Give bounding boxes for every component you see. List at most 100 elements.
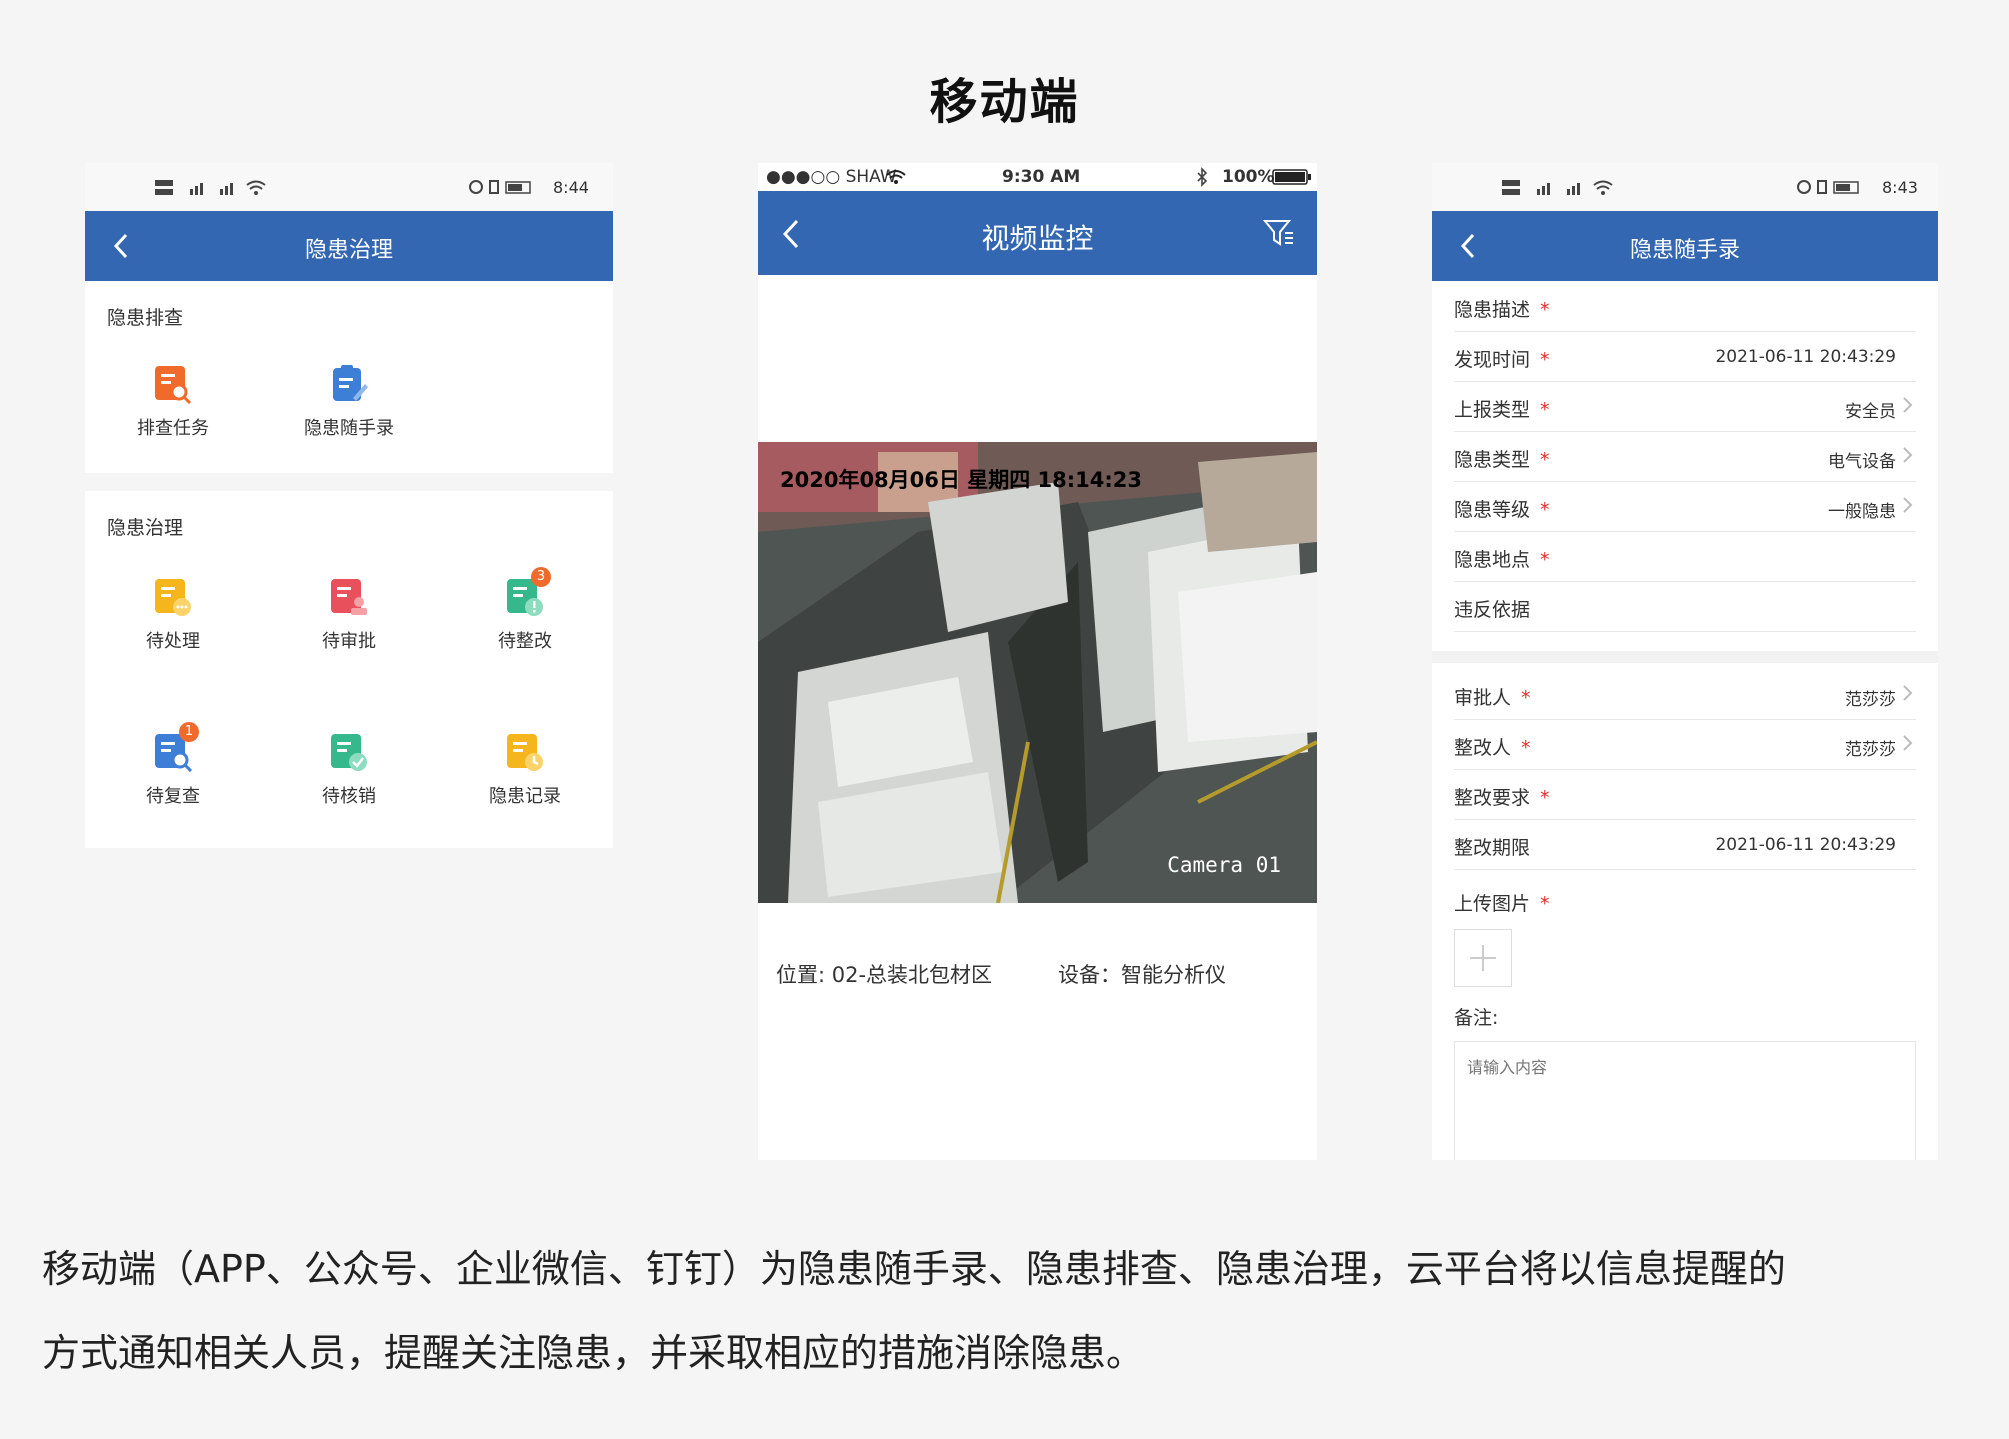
field-label: 隐患描述 * (1454, 295, 1550, 322)
recheck-doc-icon: 1 (153, 722, 199, 773)
approve-doc-icon (329, 577, 369, 617)
chevron-right-icon (1903, 397, 1913, 413)
field-value: 2021-06-11 20:43:29 (1715, 835, 1896, 855)
required-marker: * (1540, 549, 1550, 571)
hazard-record-button[interactable]: 隐患记录 (437, 732, 613, 808)
nav-title: 隐患随手录 (1629, 238, 1740, 263)
badge-count: 1 (179, 722, 199, 742)
field-label: 整改要求 * (1454, 783, 1550, 810)
signal-icon (1502, 180, 1613, 195)
section-title: 隐患治理 (107, 517, 184, 539)
field-label-text: 整改期限 (1454, 837, 1531, 859)
upload-image-label: 上传图片 * (1454, 893, 1550, 915)
status-bar: 8:43 (1432, 163, 1938, 211)
grid-item-label: 排查任务 (137, 418, 209, 439)
field-label-text: 整改要求 (1454, 787, 1531, 809)
chevron-right-icon (1903, 685, 1913, 701)
battery-icon (469, 180, 531, 194)
pending-button[interactable]: 待处理 (85, 577, 261, 653)
status-time: 8:43 (1882, 178, 1918, 197)
required-marker: * (1540, 399, 1550, 421)
awaiting-rectification-button[interactable]: 3 待整改 (437, 567, 613, 653)
required-marker: * (1521, 687, 1531, 709)
badge-count: 3 (531, 567, 551, 587)
grid-item-label: 待审批 (322, 631, 376, 652)
battery-icon (1272, 169, 1311, 185)
record-doc-icon (505, 732, 545, 772)
grid-item-label: 隐患记录 (489, 786, 561, 807)
quick-record-button[interactable]: 隐患随手录 (261, 364, 437, 440)
field-label-text: 隐患类型 (1454, 449, 1531, 471)
chevron-right-icon (1903, 447, 1913, 463)
nav-title: 隐患治理 (304, 238, 393, 263)
grid-item-label: 待整改 (498, 631, 552, 652)
remark-label: 备注: (1454, 1007, 1499, 1029)
section-title: 隐患排查 (107, 307, 184, 329)
hazard-governance-card: 隐患治理 待处理 待审批 3 待整改 1 待复查 待核销 隐患记录 (85, 491, 613, 848)
device-text: 设备：智能分析仪 (1058, 963, 1226, 987)
field-label-text: 整改人 (1454, 737, 1512, 759)
field-label: 隐患地点 * (1454, 545, 1550, 572)
field-label-text: 发现时间 (1454, 349, 1531, 371)
form-row[interactable]: 发现时间 * 2021-06-11 20:43:29 (1454, 331, 1916, 382)
form-row[interactable]: 整改要求 * (1454, 769, 1916, 820)
verify-doc-icon (329, 732, 369, 772)
status-time: 8:44 (553, 178, 589, 197)
camera-video-feed[interactable]: 2020年08月06日 星期四 18:14:23 Camera 01 (758, 442, 1317, 903)
chevron-right-icon (1903, 497, 1913, 513)
hazard-inspection-card: 隐患排查 排查任务 隐患随手录 (85, 281, 613, 473)
required-marker: * (1540, 787, 1550, 809)
form-row[interactable]: 隐患描述 * (1454, 281, 1916, 332)
status-time: 9:30 AM (1002, 167, 1081, 187)
form-row[interactable]: 上报类型 * 安全员 (1454, 381, 1916, 432)
grid-item-label: 隐患随手录 (304, 418, 394, 439)
search-doc-icon (153, 364, 193, 405)
form-row[interactable]: 审批人 * 范莎莎 (1454, 669, 1916, 720)
form-row[interactable]: 隐患等级 * 一般隐患 (1454, 481, 1916, 532)
nav-bar: 视频监控 (758, 191, 1317, 275)
page-title: 移动端 (929, 74, 1080, 130)
field-label-text: 隐患描述 (1454, 299, 1531, 321)
battery-icon (1797, 180, 1859, 194)
field-label-text: 违反依据 (1454, 599, 1531, 621)
remark-textarea[interactable] (1454, 1041, 1916, 1160)
form-row[interactable]: 整改人 * 范莎莎 (1454, 719, 1916, 770)
carrier-text: ●●●○○ SHAW (766, 167, 897, 187)
awaiting-recheck-button[interactable]: 1 待复查 (85, 722, 261, 808)
awaiting-verification-button[interactable]: 待核销 (261, 732, 437, 808)
form-row[interactable]: 整改期限 2021-06-11 20:43:29 (1454, 819, 1916, 870)
nav-title: 视频监控 (981, 222, 1094, 255)
field-label-text: 审批人 (1454, 687, 1512, 709)
section-divider (1432, 651, 1938, 663)
nav-bar: 隐患治理 (85, 211, 613, 281)
required-marker: * (1540, 499, 1550, 521)
warehouse-scene-image (758, 442, 1317, 903)
field-label: 隐患等级 * (1454, 495, 1550, 522)
video-timestamp: 2020年08月06日 星期四 18:14:23 (780, 468, 1142, 492)
form-row[interactable]: 隐患类型 * 电气设备 (1454, 431, 1916, 482)
field-label: 违反依据 (1454, 595, 1540, 622)
inspection-task-button[interactable]: 排查任务 (85, 364, 261, 440)
awaiting-approval-button[interactable]: 待审批 (261, 577, 437, 653)
form-row[interactable]: 违反依据 (1454, 581, 1916, 632)
upload-image-button[interactable] (1454, 929, 1512, 987)
field-label: 上报类型 * (1454, 395, 1550, 422)
chevron-right-icon (1903, 735, 1913, 751)
pending-doc-icon (153, 577, 193, 617)
grid-item-label: 待复查 (146, 786, 200, 807)
field-value: 一般隐患 (1828, 502, 1896, 522)
wifi-icon (886, 170, 906, 184)
phone-quick-record-form: 8:43 隐患随手录 隐患描述 * 发现时间 * 2021-06-11 20:43:29… (1432, 163, 1938, 1160)
field-label: 审批人 * (1454, 683, 1531, 710)
form-row[interactable]: 隐患地点 * (1454, 531, 1916, 582)
phone-hazard-management: 8:44 隐患治理 隐患排查 排查任务 隐患随手录 隐患治理 待处理 待审批 3… (85, 163, 613, 1155)
status-bar: 8:44 (85, 163, 613, 211)
grid-item-label: 待处理 (146, 631, 200, 652)
field-label-text: 隐患等级 (1454, 499, 1531, 521)
field-value: 电气设备 (1828, 452, 1896, 472)
bluetooth-icon (1197, 167, 1208, 187)
required-marker: * (1540, 449, 1550, 471)
field-value: 安全员 (1845, 402, 1896, 422)
filter-icon[interactable] (1263, 218, 1295, 248)
required-marker: * (1540, 299, 1550, 321)
